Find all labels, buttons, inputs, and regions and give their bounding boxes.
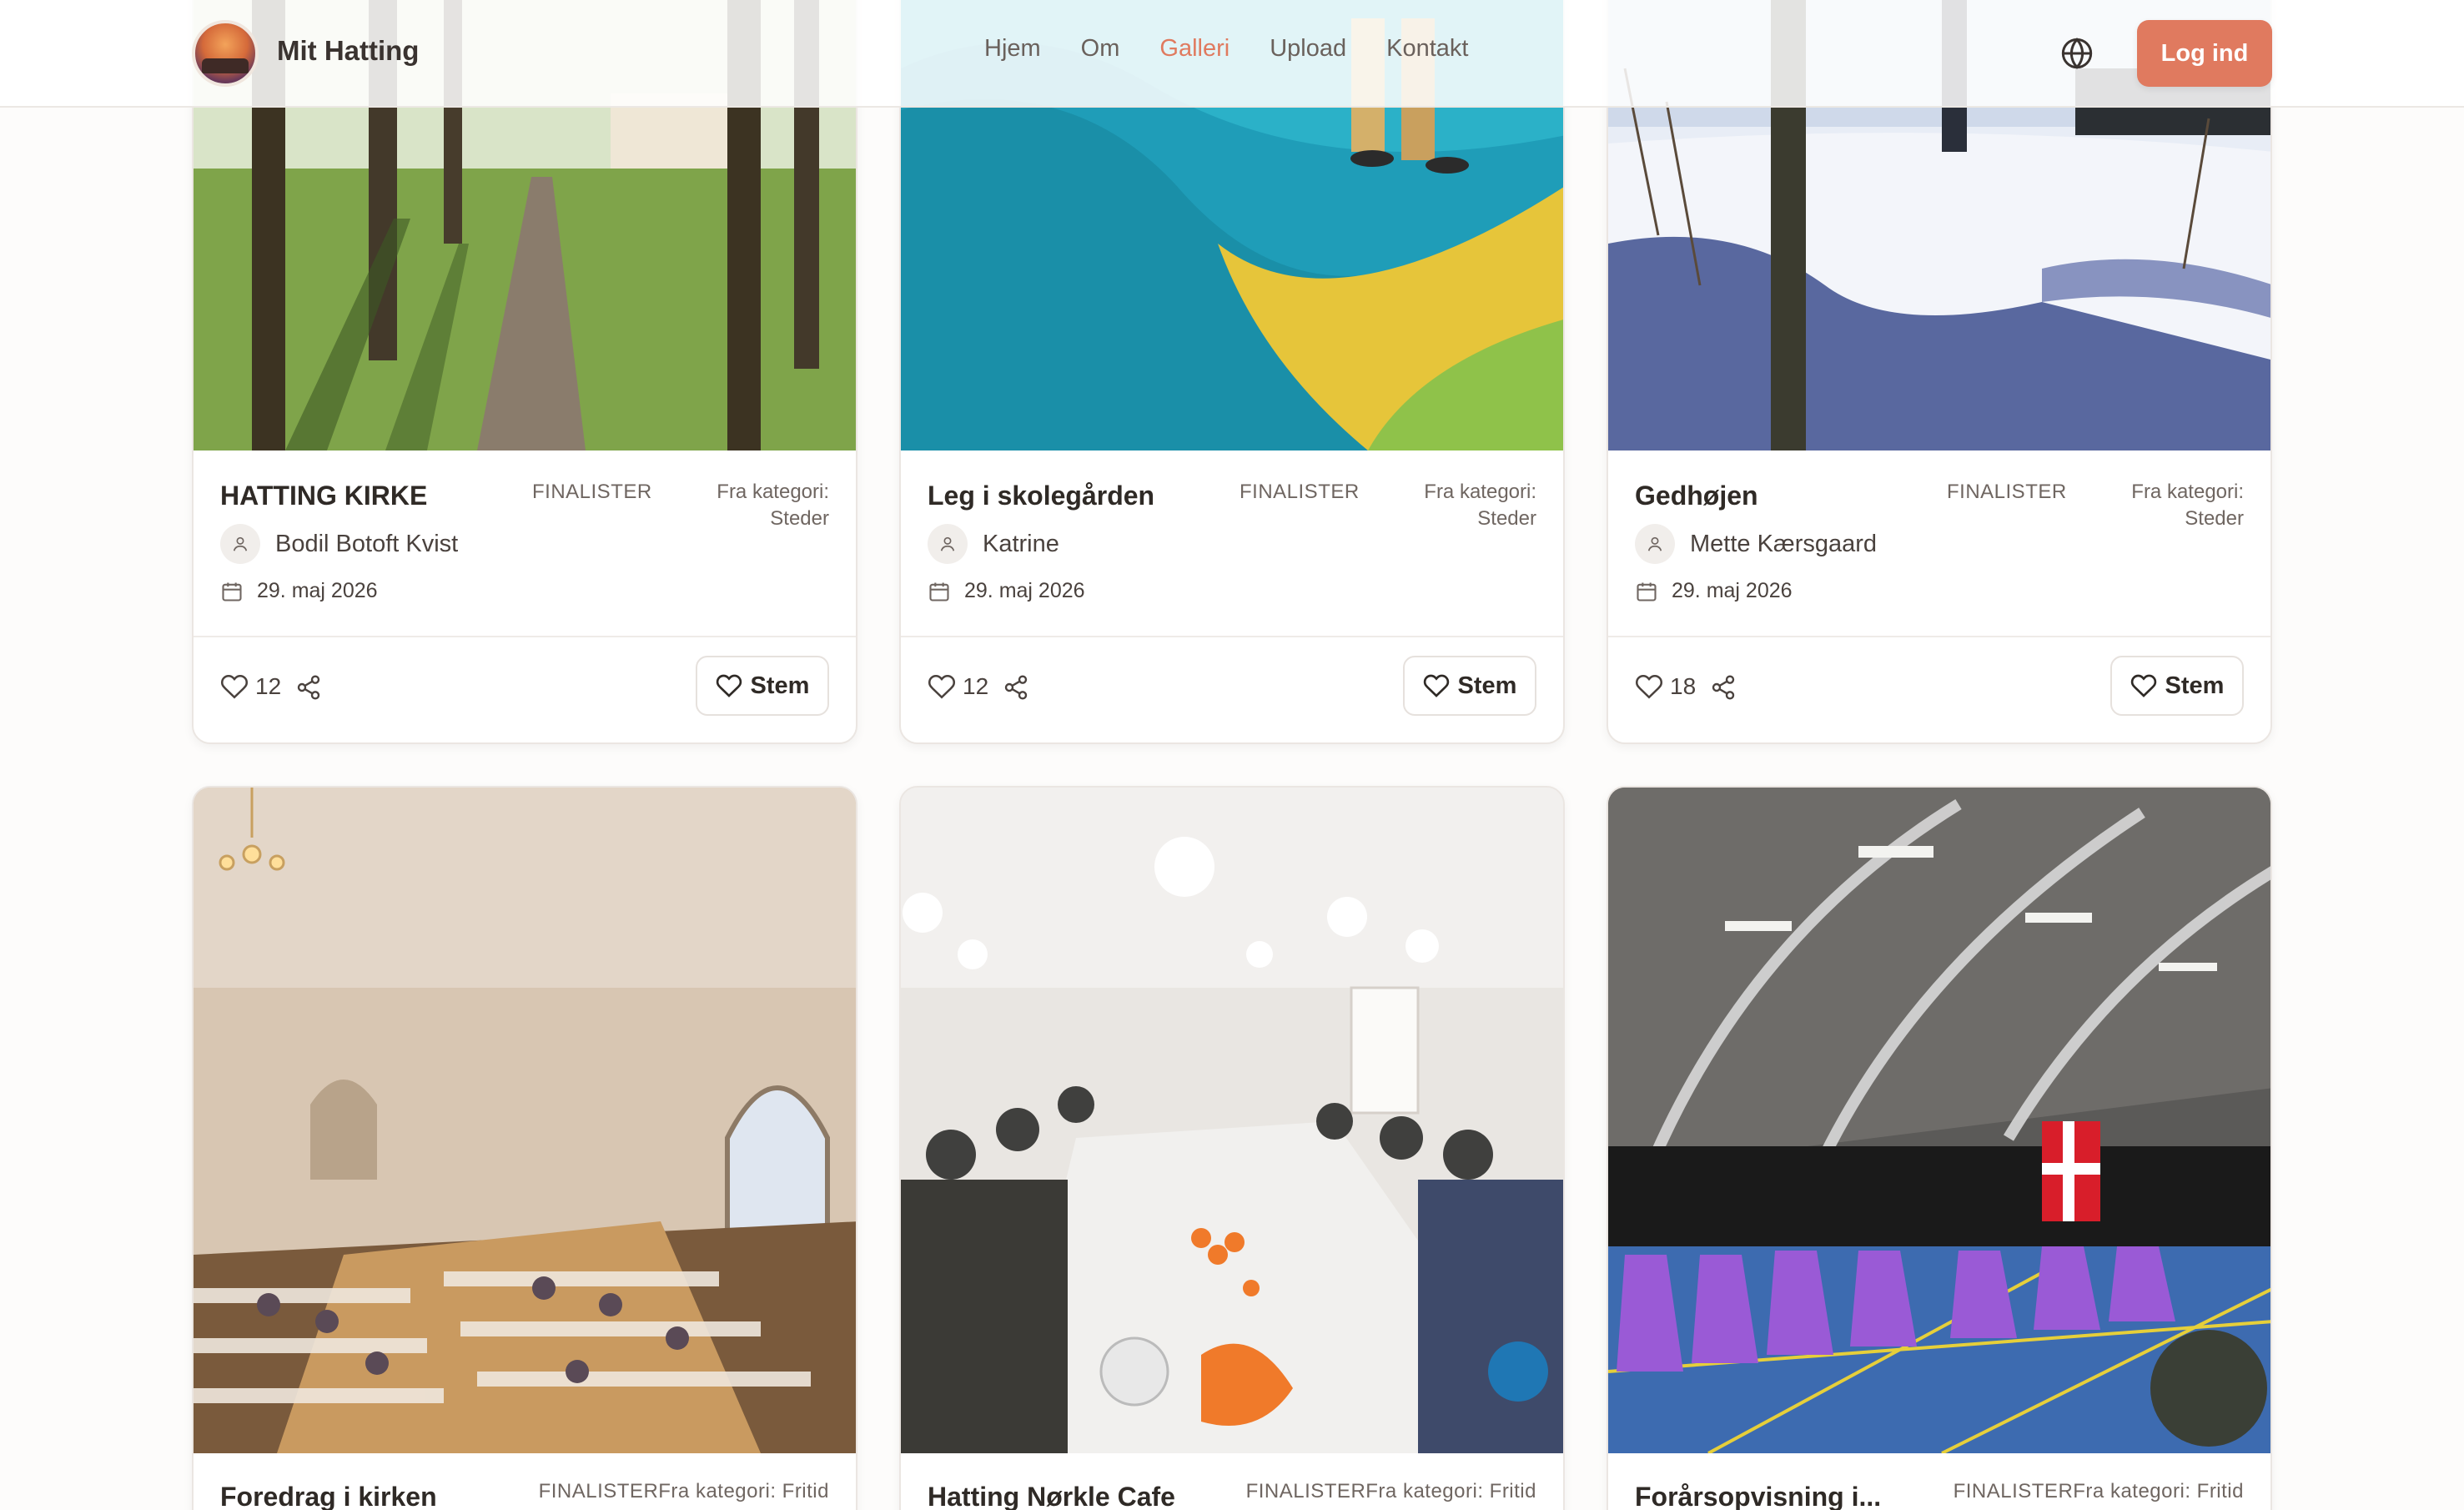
nav-link-galleri[interactable]: Galleri [1159,35,1229,63]
author-name: Katrine [983,530,1059,557]
gallery-card[interactable]: Foredrag i kirken FINALISTERFra kategori… [192,786,857,1510]
status-badge: FINALISTER [1240,481,1360,503]
nav-link-hjem[interactable]: Hjem [984,35,1041,63]
status-badge: FINALISTER [532,481,652,503]
calendar-icon [928,580,951,603]
card-title[interactable]: Gedhøjen [1635,481,1758,511]
card-info: Leg i skolegården FINALISTER Fra kategor… [901,450,1563,742]
category-label: Fra kategori: Steder [1424,479,1536,532]
upload-date: 29. maj 2026 [257,579,378,602]
vote-label: Stem [1457,672,1517,699]
user-avatar-icon [220,524,260,564]
share-icon[interactable] [1003,674,1029,701]
status-category-label: FINALISTERFra kategori: Fritid [1245,1480,1536,1502]
status-badge: FINALISTER [1947,481,2067,503]
like-count: 12 [255,673,282,699]
main-nav: Hjem Om Galleri Upload Kontakt [984,35,1508,63]
card-info: Hatting Nørkle Cafe FINALISTERFra katego… [901,1453,1563,1510]
like-counter[interactable]: 12 [220,672,281,701]
card-divider [1608,636,2270,637]
gallery-card[interactable]: Gedhøjen FINALISTER Fra kategori: Steder… [1607,0,2272,744]
share-icon[interactable] [295,674,322,701]
category-label: Fra kategori: Steder [717,479,829,532]
nav-link-upload[interactable]: Upload [1270,35,1346,63]
like-counter[interactable]: 18 [1635,672,1696,701]
author-row: Bodil Botoft Kvist [220,524,458,564]
card-photo[interactable] [1608,788,2270,1453]
date-row: 29. maj 2026 [220,579,378,603]
card-divider [901,636,1563,637]
category-name: Steder [770,507,829,530]
heart-icon [928,672,956,701]
share-icon[interactable] [1710,674,1737,701]
heart-icon [2130,674,2156,697]
heart-icon [1423,674,1449,697]
category-prefix: Fra kategori: [1424,481,1536,503]
author-row: Katrine [928,524,1059,564]
category-label: Fra kategori: Steder [2131,479,2244,532]
vote-button[interactable]: Stem [1403,656,1536,716]
gallery-card[interactable]: HATTING KIRKE FINALISTER Fra kategori: S… [192,0,857,744]
user-avatar-icon [928,524,968,564]
author-name: Mette Kærsgaard [1690,530,1878,557]
vote-label: Stem [2165,672,2225,699]
date-row: 29. maj 2026 [1635,579,1793,603]
nav-link-om[interactable]: Om [1081,35,1120,63]
vote-label: Stem [750,672,810,699]
date-row: 29. maj 2026 [928,579,1085,603]
author-name: Bodil Botoft Kvist [275,530,459,557]
card-divider [194,636,856,637]
like-counter[interactable]: 12 [928,672,988,701]
status-category-label: FINALISTERFra kategori: Fritid [1953,1480,2244,1502]
card-info: Gedhøjen FINALISTER Fra kategori: Steder… [1608,450,2270,742]
category-name: Steder [2185,507,2244,530]
card-title[interactable]: Hatting Nørkle Cafe [928,1482,1175,1510]
gallery-card[interactable]: Forårsopvisning i... FINALISTERFra kateg… [1607,786,2272,1510]
card-title[interactable]: Foredrag i kirken [220,1482,437,1510]
gallery-card[interactable]: Hatting Nørkle Cafe FINALISTERFra katego… [899,786,1565,1510]
site-logo[interactable] [192,20,259,87]
card-title[interactable]: HATTING KIRKE [220,481,427,511]
upload-date: 29. maj 2026 [964,579,1085,602]
category-name: Steder [1477,507,1536,530]
heart-icon [220,672,249,701]
card-info: Foredrag i kirken FINALISTERFra kategori… [194,1453,856,1510]
top-navigation-bar: Mit Hatting Hjem Om Galleri Upload Konta… [0,0,2464,108]
vote-button[interactable]: Stem [696,656,829,716]
card-title[interactable]: Forårsopvisning i... [1635,1482,1881,1510]
category-prefix: Fra kategori: [717,481,829,503]
status-category-label: FINALISTERFra kategori: Fritid [538,1480,829,1502]
card-title[interactable]: Leg i skolegården [928,481,1154,511]
login-button[interactable]: Log ind [2137,20,2272,87]
heart-icon [1635,672,1663,701]
card-info: Forårsopvisning i... FINALISTERFra kateg… [1608,1453,2270,1510]
like-count: 12 [963,673,989,699]
language-globe-icon[interactable] [2060,37,2094,70]
like-count: 18 [1670,673,1697,699]
nav-link-kontakt[interactable]: Kontakt [1386,35,1468,63]
card-photo[interactable] [194,788,856,1453]
gallery-card[interactable]: Leg i skolegården FINALISTER Fra kategor… [899,0,1565,744]
card-photo[interactable] [901,788,1563,1453]
author-row: Mette Kærsgaard [1635,524,1877,564]
brand-name[interactable]: Mit Hatting [277,35,419,67]
vote-button[interactable]: Stem [2110,656,2244,716]
calendar-icon [220,580,244,603]
upload-date: 29. maj 2026 [1672,579,1793,602]
heart-icon [716,674,742,697]
user-avatar-icon [1635,524,1675,564]
category-prefix: Fra kategori: [2131,481,2244,503]
calendar-icon [1635,580,1658,603]
card-info: HATTING KIRKE FINALISTER Fra kategori: S… [194,450,856,742]
